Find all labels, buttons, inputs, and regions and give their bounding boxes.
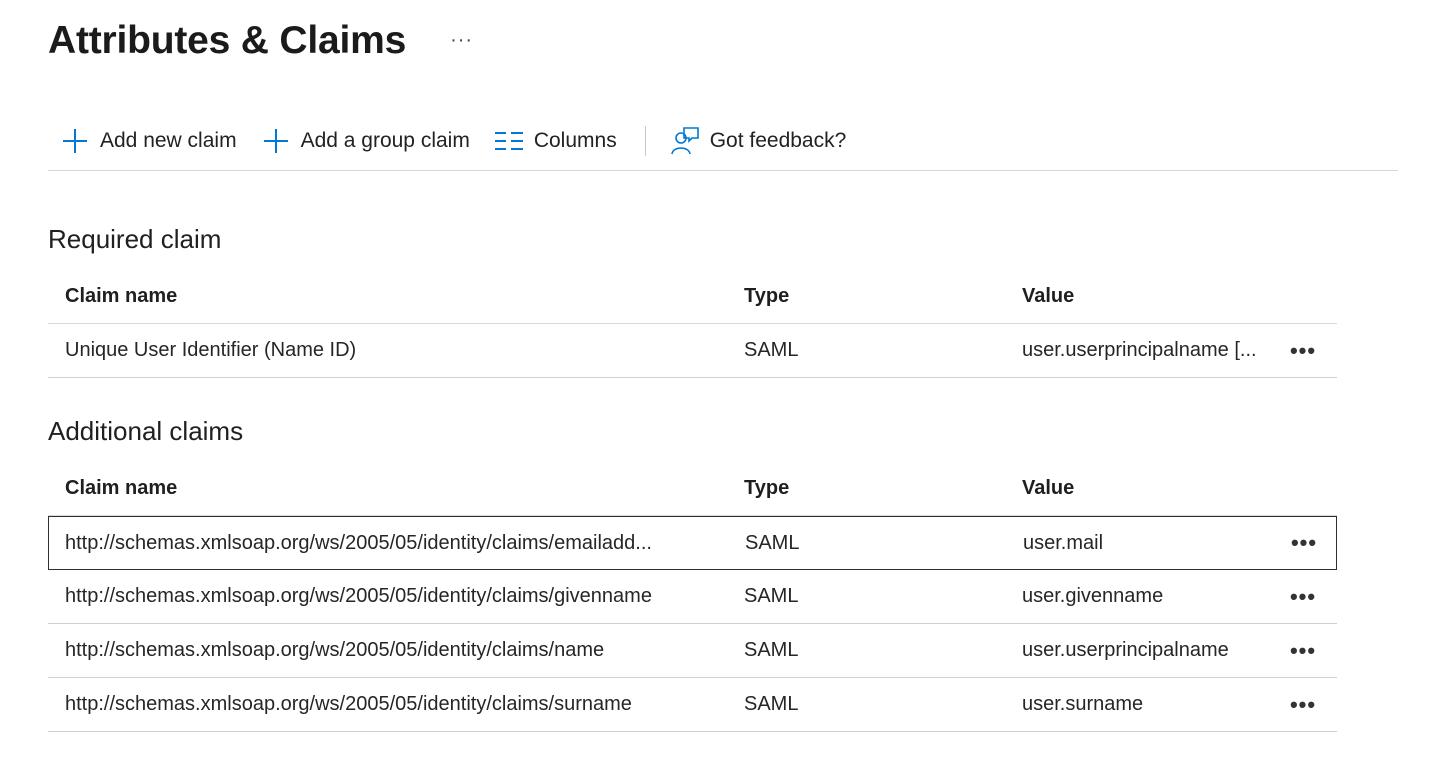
column-header-claim-name[interactable]: Claim name xyxy=(48,285,726,308)
add-group-claim-button[interactable]: Add a group claim xyxy=(249,121,482,161)
claim-value-cell: user.surname xyxy=(1022,693,1144,715)
claim-type-cell: SAML xyxy=(744,693,799,715)
column-header-claim-name[interactable]: Claim name xyxy=(48,477,726,500)
column-header-type[interactable]: Type xyxy=(726,477,1004,500)
columns-icon xyxy=(494,126,524,156)
plus-icon xyxy=(261,126,291,156)
additional-claims-title: Additional claims xyxy=(48,416,244,446)
add-new-claim-label: Add new claim xyxy=(100,129,237,152)
got-feedback-label: Got feedback? xyxy=(709,129,847,152)
plus-icon xyxy=(60,126,90,156)
table-row[interactable]: Unique User Identifier (Name ID) SAML us… xyxy=(48,324,1337,378)
got-feedback-button[interactable]: Got feedback? xyxy=(658,121,859,161)
feedback-icon xyxy=(670,126,700,156)
required-claim-title: Required claim xyxy=(48,224,222,254)
attributes-claims-page: Attributes & Claims ··· Add new claim Ad… xyxy=(0,0,1450,780)
title-row: Attributes & Claims ··· xyxy=(48,16,473,66)
claim-type-cell: SAML xyxy=(744,639,799,661)
table-row[interactable]: http://schemas.xmlsoap.org/ws/2005/05/id… xyxy=(48,678,1337,732)
claim-name-cell: http://schemas.xmlsoap.org/ws/2005/05/id… xyxy=(65,531,652,554)
table-header: Claim name Type Value xyxy=(48,462,1337,516)
row-more-actions-icon[interactable]: ••• xyxy=(1272,584,1334,610)
page-title: Attributes & Claims xyxy=(48,19,407,62)
claim-name-cell: http://schemas.xmlsoap.org/ws/2005/05/id… xyxy=(65,639,605,661)
required-claim-table: Claim name Type Value Unique User Identi… xyxy=(48,270,1337,378)
claim-name-cell: http://schemas.xmlsoap.org/ws/2005/05/id… xyxy=(65,585,652,607)
claim-value-cell: user.givenname xyxy=(1022,585,1164,607)
toolbar-divider xyxy=(644,126,646,156)
table-row[interactable]: http://schemas.xmlsoap.org/ws/2005/05/id… xyxy=(48,516,1337,570)
row-more-actions-icon[interactable]: ••• xyxy=(1273,530,1335,556)
add-new-claim-button[interactable]: Add new claim xyxy=(48,121,249,161)
additional-claims-table: Claim name Type Value http://schemas.xml… xyxy=(48,462,1337,732)
claim-value-cell: user.userprincipalname xyxy=(1022,639,1229,661)
claim-name-cell: Unique User Identifier (Name ID) xyxy=(65,339,357,361)
command-bar: Add new claim Add a group claim Columns xyxy=(48,112,1398,171)
more-options-icon[interactable]: ··· xyxy=(450,30,473,50)
row-more-actions-icon[interactable]: ••• xyxy=(1272,338,1334,364)
claim-type-cell: SAML xyxy=(744,339,799,361)
columns-label: Columns xyxy=(533,129,617,152)
row-more-actions-icon[interactable]: ••• xyxy=(1272,638,1334,664)
add-group-claim-label: Add a group claim xyxy=(300,129,470,152)
claim-value-cell: user.mail xyxy=(1023,531,1104,554)
table-row[interactable]: http://schemas.xmlsoap.org/ws/2005/05/id… xyxy=(48,624,1337,678)
columns-button[interactable]: Columns xyxy=(482,121,629,161)
claim-type-cell: SAML xyxy=(744,585,799,607)
claim-type-cell: SAML xyxy=(745,531,800,554)
table-header: Claim name Type Value xyxy=(48,270,1337,324)
column-header-value[interactable]: Value xyxy=(1004,477,1272,500)
column-header-value[interactable]: Value xyxy=(1004,285,1272,308)
row-more-actions-icon[interactable]: ••• xyxy=(1272,692,1334,718)
claim-name-cell: http://schemas.xmlsoap.org/ws/2005/05/id… xyxy=(65,693,632,715)
claim-value-cell: user.userprincipalname [... xyxy=(1022,339,1257,361)
table-row[interactable]: http://schemas.xmlsoap.org/ws/2005/05/id… xyxy=(48,570,1337,624)
column-header-type[interactable]: Type xyxy=(726,285,1004,308)
